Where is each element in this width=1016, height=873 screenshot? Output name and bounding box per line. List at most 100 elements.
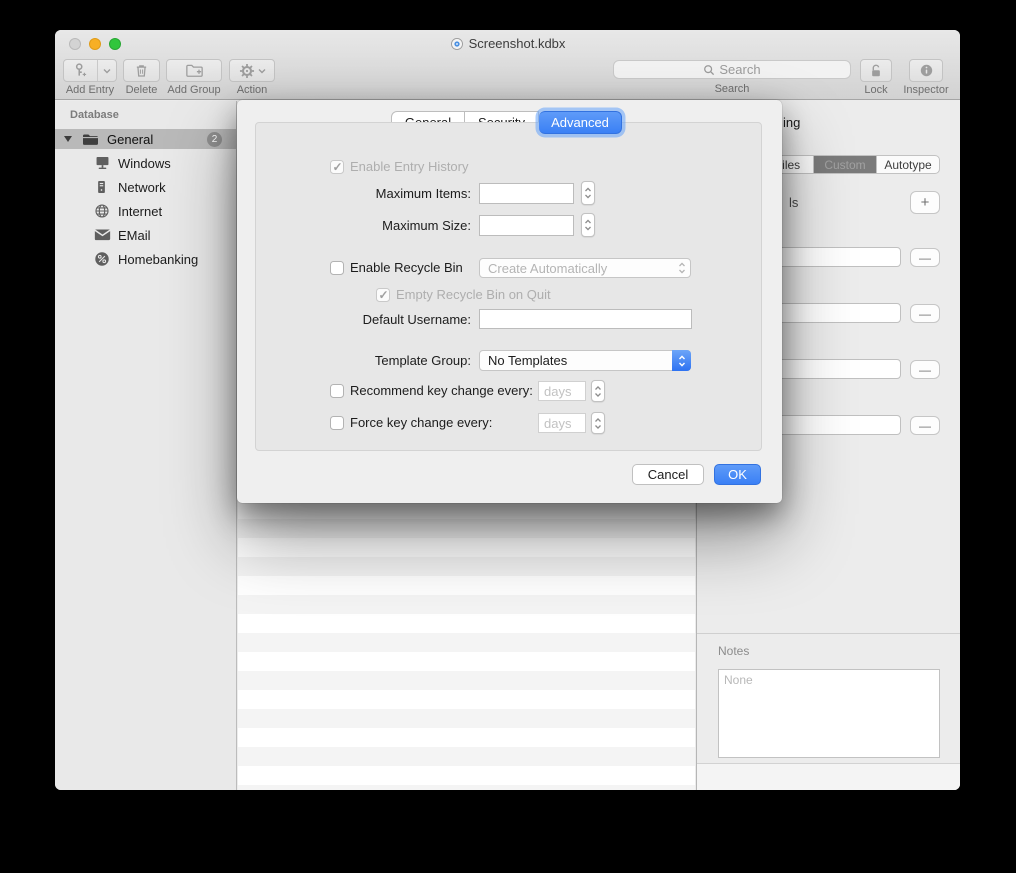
enable-entry-history-row: Enable Entry History — [330, 159, 469, 174]
template-group-label: Template Group: — [256, 353, 471, 368]
search-icon — [703, 64, 715, 76]
sidebar-item-windows[interactable]: Windows — [55, 151, 236, 175]
popup-chevrons-icon — [678, 261, 686, 275]
sidebar: Database General 2 Windows Network — [55, 101, 237, 790]
recycle-bin-popup[interactable]: Create Automatically — [479, 258, 691, 278]
sidebar-item-label: Homebanking — [118, 252, 198, 267]
sidebar-item-email[interactable]: EMail — [55, 223, 236, 247]
close-button[interactable] — [69, 38, 81, 50]
force-key-change-checkbox[interactable] — [330, 416, 344, 430]
enable-recycle-bin-row: Enable Recycle Bin — [330, 260, 463, 275]
recommend-key-change-checkbox[interactable] — [330, 384, 344, 398]
window-title-text: Screenshot.kdbx — [469, 36, 566, 51]
sidebar-item-homebanking[interactable]: Homebanking — [55, 247, 236, 271]
email-icon — [94, 228, 111, 242]
remove-custom-field-button[interactable]: — — [910, 360, 940, 379]
recommend-days-input[interactable] — [538, 381, 586, 401]
cancel-button[interactable]: Cancel — [632, 464, 704, 485]
add-group-label: Add Group — [167, 84, 220, 96]
folder-plus-icon — [185, 62, 204, 79]
search-placeholder: Search — [719, 62, 760, 77]
window-title: Screenshot.kdbx — [450, 36, 566, 51]
sidebar-item-label: Internet — [118, 204, 162, 219]
inspector-label: Inspector — [903, 84, 948, 96]
delete-label: Delete — [126, 84, 158, 96]
ok-button[interactable]: OK — [714, 464, 761, 485]
maximum-size-label: Maximum Size: — [256, 218, 471, 233]
default-username-label: Default Username: — [256, 312, 471, 327]
action-label: Action — [237, 84, 268, 96]
empty-recycle-bin-label: Empty Recycle Bin on Quit — [396, 287, 551, 302]
template-group-popup-value: No Templates — [480, 353, 567, 368]
notes-section: Notes — [697, 633, 960, 763]
tab-advanced[interactable]: Advanced — [539, 111, 622, 134]
empty-recycle-bin-checkbox[interactable] — [376, 288, 390, 302]
sidebar-item-label: Network — [118, 180, 166, 195]
enable-entry-history-label: Enable Entry History — [350, 159, 469, 174]
action-button[interactable] — [229, 59, 275, 82]
windows-icon — [94, 155, 111, 171]
delete-button[interactable] — [123, 59, 160, 82]
enable-entry-history-checkbox[interactable] — [330, 160, 344, 174]
remove-custom-field-button[interactable]: — — [910, 416, 940, 435]
zoom-button[interactable] — [109, 38, 121, 50]
tab-custom[interactable]: Custom — [814, 156, 877, 173]
add-entry-button[interactable] — [63, 59, 117, 82]
popup-blue-chevrons-icon — [672, 350, 691, 371]
inspector-tabs: Files Custom Autotype — [761, 155, 940, 174]
add-group-toolbar-item: Add Group — [166, 59, 222, 82]
force-days-stepper[interactable] — [591, 412, 605, 434]
maximum-items-label: Maximum Items: — [256, 186, 471, 201]
chevron-down-icon — [258, 68, 266, 74]
recycle-bin-popup-value: Create Automatically — [480, 261, 607, 276]
template-group-popup[interactable]: No Templates — [479, 350, 691, 371]
remove-custom-field-button[interactable]: — — [910, 304, 940, 323]
sidebar-item-internet[interactable]: Internet — [55, 199, 236, 223]
sidebar-item-label: Windows — [118, 156, 171, 171]
lock-open-icon — [868, 63, 884, 79]
empty-recycle-bin-row: Empty Recycle Bin on Quit — [376, 287, 551, 302]
lock-button[interactable] — [860, 59, 892, 82]
action-toolbar-item: Action — [229, 59, 275, 82]
maximum-size-stepper[interactable] — [581, 213, 595, 237]
force-days-input[interactable] — [538, 413, 586, 433]
maximum-items-input[interactable] — [479, 183, 574, 204]
add-group-button[interactable] — [166, 59, 222, 82]
network-icon — [94, 179, 109, 195]
add-entry-label: Add Entry — [66, 84, 114, 96]
minimize-button[interactable] — [89, 38, 101, 50]
enable-recycle-bin-label: Enable Recycle Bin — [350, 260, 463, 275]
search-input[interactable]: Search — [613, 60, 851, 79]
delete-toolbar-item: Delete — [123, 59, 160, 82]
advanced-settings-group: Enable Entry History Maximum Items: Maxi… — [255, 122, 762, 451]
recommend-key-change-row: Recommend key change every: — [330, 383, 533, 398]
sidebar-item-label: EMail — [118, 228, 151, 243]
disclosure-triangle-icon[interactable] — [64, 136, 72, 142]
sidebar-item-network[interactable]: Network — [55, 175, 236, 199]
lock-toolbar-item: Lock — [860, 59, 892, 82]
search-toolbar-label: Search — [613, 83, 851, 95]
folder-icon — [82, 132, 99, 147]
recommend-key-change-label: Recommend key change every: — [350, 383, 533, 398]
enable-recycle-bin-checkbox[interactable] — [330, 261, 344, 275]
inspector-button[interactable] — [909, 59, 943, 82]
add-entry-toolbar-item: Add Entry — [63, 59, 117, 82]
custom-fields-label-fragment: ls — [789, 195, 798, 210]
maximum-items-stepper[interactable] — [581, 181, 595, 205]
recommend-days-stepper[interactable] — [591, 380, 605, 402]
titlebar[interactable]: Screenshot.kdbx — [55, 30, 960, 57]
notes-input[interactable] — [719, 670, 939, 757]
remove-custom-field-button[interactable]: — — [910, 248, 940, 267]
maximum-size-input[interactable] — [479, 215, 574, 236]
tab-autotype[interactable]: Autotype — [877, 156, 939, 173]
default-username-input[interactable] — [479, 309, 692, 329]
notes-box — [718, 669, 940, 758]
sidebar-header: Database — [70, 109, 119, 121]
force-key-change-label: Force key change every: — [350, 415, 492, 430]
add-custom-field-button[interactable]: + — [910, 191, 940, 214]
homebanking-icon — [94, 251, 110, 267]
key-plus-icon — [64, 62, 97, 79]
sidebar-group-general[interactable]: General 2 — [55, 129, 236, 149]
chevron-down-icon[interactable] — [98, 68, 116, 74]
panel-footer — [697, 763, 960, 790]
